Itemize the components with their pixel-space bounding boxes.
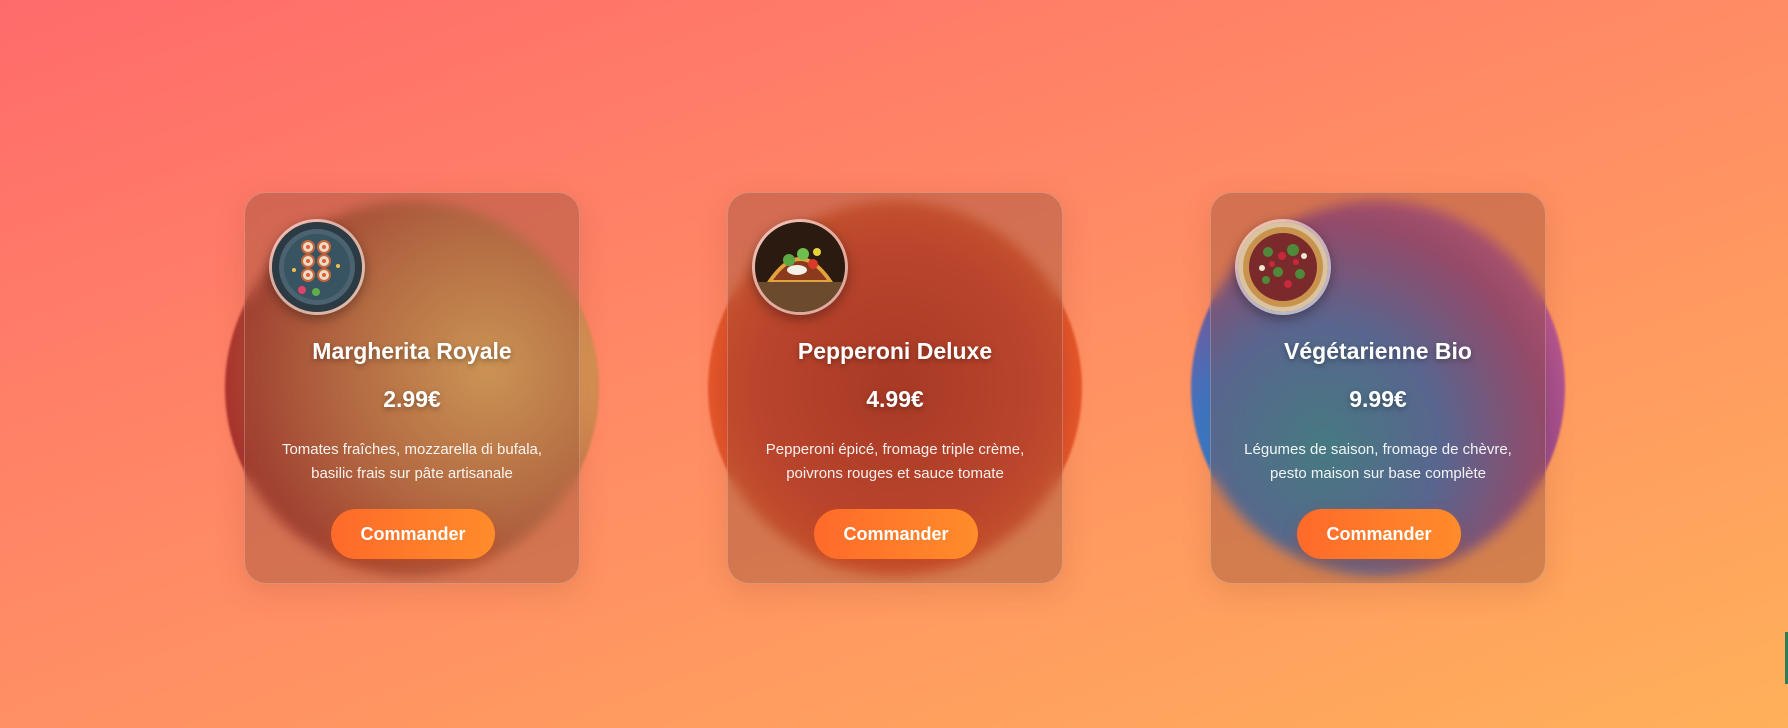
vegetable-pizza-icon xyxy=(1235,219,1331,315)
product-card: Margherita Royale 2.99€ Tomates fraîches… xyxy=(244,192,580,584)
product-card-vegetarienne: Végétarienne Bio 9.99€ Légumes de saison… xyxy=(1191,192,1565,584)
order-button[interactable]: Commander xyxy=(331,509,495,559)
product-card-margherita: Margherita Royale 2.99€ Tomates fraîches… xyxy=(225,192,599,584)
product-card: Végétarienne Bio 9.99€ Légumes de saison… xyxy=(1210,192,1546,584)
product-price: 9.99€ xyxy=(1349,386,1407,412)
product-name: Pepperoni Deluxe xyxy=(797,338,993,364)
product-card-pepperoni: Pepperoni Deluxe 4.99€ Pepperoni épicé, … xyxy=(708,192,1082,584)
product-price: 2.99€ xyxy=(383,386,441,412)
order-button[interactable]: Commander xyxy=(814,509,978,559)
tacos-icon xyxy=(752,219,848,315)
product-description: Pepperoni épicé, fromage triple crème, p… xyxy=(765,441,1025,482)
sushi-plate-icon xyxy=(269,219,365,315)
product-cards-container: Margherita Royale 2.99€ Tomates fraîches… xyxy=(0,0,1788,728)
product-price: 4.99€ xyxy=(866,386,924,412)
product-name: Végétarienne Bio xyxy=(1284,338,1472,364)
product-name: Margherita Royale xyxy=(312,338,512,364)
product-card: Pepperoni Deluxe 4.99€ Pepperoni épicé, … xyxy=(727,192,1063,584)
product-description: Légumes de saison, fromage de chèvre, pe… xyxy=(1244,441,1512,482)
product-description: Tomates fraîches, mozzarella di bufala, … xyxy=(281,441,543,482)
order-button[interactable]: Commander xyxy=(1297,509,1461,559)
